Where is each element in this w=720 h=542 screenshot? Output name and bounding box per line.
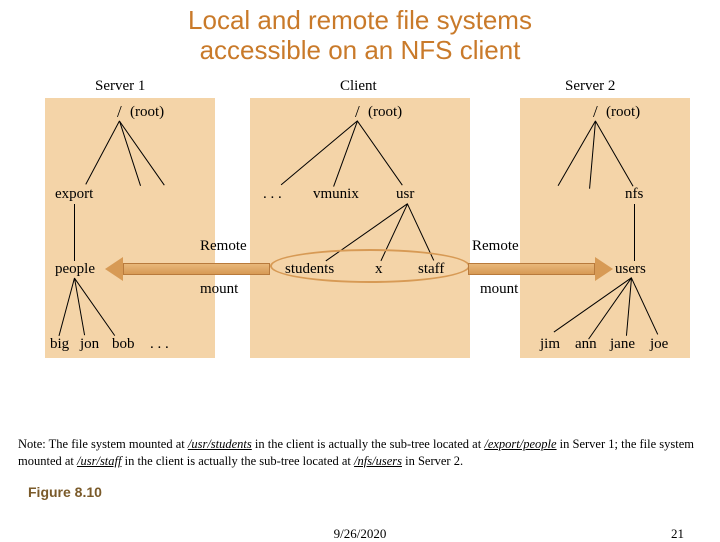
server2-users: users [615,261,646,278]
client-root: (root) [368,104,402,121]
server2-label: Server 2 [565,78,615,95]
server1-root-slash: / [117,102,122,122]
note-mid1: in the client is actually the sub-tree l… [252,437,485,451]
title-line-2: accessible on an NFS client [200,35,521,65]
arrow-left-body [123,263,270,275]
server1-people: people [55,261,95,278]
nfs-diagram: Server 1 / (root) export people big jon … [0,66,720,406]
client-root-slash: / [355,102,360,122]
server1-export: export [55,186,93,203]
arrow-right-body [468,263,595,275]
server1-big: big [50,336,69,353]
line [74,204,75,261]
client-usr: usr [396,186,414,203]
mount-label-left: mount [200,281,238,298]
server1-root: (root) [130,104,164,121]
title-line-1: Local and remote file systems [188,5,532,35]
note-text: Note: The file system mounted at /usr/st… [0,436,720,470]
server1-label: Server 1 [95,78,145,95]
mount-label-right: mount [480,281,518,298]
server1-dots: . . . [150,336,169,353]
note-path-3: /usr/staff [77,454,121,468]
note-mid3: in the client is actually the sub-tree l… [121,454,354,468]
note-prefix: Note: The file system mounted at [18,437,188,451]
server2-root-slash: / [593,102,598,122]
mounted-ellipse [270,249,470,283]
client-vmunix: vmunix [313,186,359,203]
line [634,204,635,261]
note-path-2: /export/people [484,437,556,451]
server2-jim: jim [540,336,560,353]
remote-label-left: Remote [200,238,247,255]
client-label: Client [340,78,377,95]
server2-ann: ann [575,336,597,353]
server2-joe: joe [650,336,668,353]
server2-root: (root) [606,104,640,121]
figure-label: Figure 8.10 [0,484,720,500]
client-dots: . . . [263,186,282,203]
note-path-1: /usr/students [188,437,252,451]
server2-nfs: nfs [625,186,643,203]
server1-jon: jon [80,336,99,353]
note-suffix: in Server 2. [402,454,463,468]
arrow-right-head [595,257,613,281]
arrow-left-head [105,257,123,281]
server2-jane: jane [610,336,635,353]
slide-title: Local and remote file systems accessible… [0,0,720,66]
note-path-4: /nfs/users [354,454,402,468]
server1-bob: bob [112,336,135,353]
remote-label-right: Remote [472,238,519,255]
client-panel [250,98,470,358]
